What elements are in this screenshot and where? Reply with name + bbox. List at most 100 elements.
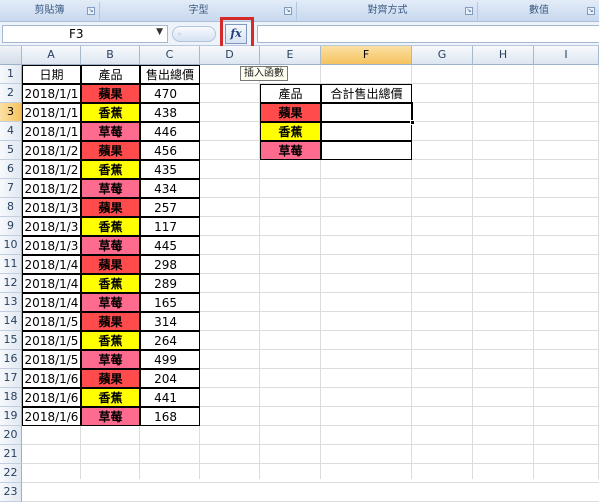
cell-sales[interactable]: 298 — [140, 255, 200, 274]
cell-date[interactable]: 2018/1/4 — [22, 255, 81, 274]
column-header-i[interactable]: I — [534, 46, 599, 65]
cell-date[interactable]: 2018/1/5 — [22, 312, 81, 331]
insert-function-button[interactable]: fx — [225, 24, 247, 44]
summary-total[interactable] — [321, 141, 412, 160]
cell-sales[interactable]: 446 — [140, 122, 200, 141]
fill-handle[interactable] — [410, 120, 415, 125]
cell-date[interactable]: 2018/1/6 — [22, 369, 81, 388]
cell-sales[interactable]: 445 — [140, 236, 200, 255]
cell-sales[interactable]: 499 — [140, 350, 200, 369]
summary-product[interactable]: 蘋果 — [260, 103, 321, 122]
row-header-16[interactable]: 16 — [0, 350, 22, 369]
cell-sales[interactable]: 456 — [140, 141, 200, 160]
row-header-17[interactable]: 17 — [0, 369, 22, 388]
cell-product[interactable]: 草莓 — [81, 350, 140, 369]
cell-product[interactable]: 草莓 — [81, 293, 140, 312]
cell-sales[interactable]: 264 — [140, 331, 200, 350]
header-sales[interactable]: 售出總價 — [140, 65, 200, 84]
column-header-a[interactable]: A — [22, 46, 81, 65]
cell-date[interactable]: 2018/1/6 — [22, 407, 81, 426]
row-header-20[interactable]: 20 — [0, 426, 22, 445]
row-header-5[interactable]: 5 — [0, 141, 22, 160]
cell-sales[interactable]: 204 — [140, 369, 200, 388]
summary-product[interactable]: 香蕉 — [260, 122, 321, 141]
summary-total[interactable] — [321, 122, 412, 141]
cell-product[interactable]: 蘋果 — [81, 312, 140, 331]
formula-input[interactable] — [257, 25, 599, 43]
cell-date[interactable]: 2018/1/1 — [22, 84, 81, 103]
formula-bar-splitter[interactable]: ◦ — [172, 26, 216, 42]
cell-product[interactable]: 草莓 — [81, 407, 140, 426]
cell-product[interactable]: 蘋果 — [81, 198, 140, 217]
cell-product[interactable]: 蘋果 — [81, 369, 140, 388]
cell-date[interactable]: 2018/1/1 — [22, 103, 81, 122]
cell-product[interactable]: 香蕉 — [81, 160, 140, 179]
row-header-9[interactable]: 9 — [0, 217, 22, 236]
row-header-14[interactable]: 14 — [0, 312, 22, 331]
row-header-6[interactable]: 6 — [0, 160, 22, 179]
cell-product[interactable]: 蘋果 — [81, 84, 140, 103]
cell-sales[interactable]: 434 — [140, 179, 200, 198]
column-header-g[interactable]: G — [412, 46, 473, 65]
column-header-b[interactable]: B — [81, 46, 140, 65]
column-header-e[interactable]: E — [260, 46, 321, 65]
row-header-8[interactable]: 8 — [0, 198, 22, 217]
alignment-dialog-launcher-icon[interactable]: ↘ — [465, 7, 473, 15]
summary-product[interactable]: 草莓 — [260, 141, 321, 160]
worksheet-grid[interactable]: 日期 產品 售出總價 2018/1/1 蘋果 470 2018/1/1 香蕉 438 2018/1… — [22, 65, 599, 502]
column-header-c[interactable]: C — [140, 46, 200, 65]
cell-sales[interactable]: 438 — [140, 103, 200, 122]
cell-sales[interactable]: 441 — [140, 388, 200, 407]
header-date[interactable]: 日期 — [22, 65, 81, 84]
header-product[interactable]: 產品 — [81, 65, 140, 84]
cell-date[interactable]: 2018/1/5 — [22, 350, 81, 369]
cell-product[interactable]: 香蕉 — [81, 388, 140, 407]
cell-product[interactable]: 香蕉 — [81, 274, 140, 293]
cell-sales[interactable]: 435 — [140, 160, 200, 179]
row-header-11[interactable]: 11 — [0, 255, 22, 274]
summary-header-product[interactable]: 產品 — [260, 84, 321, 103]
cell-date[interactable]: 2018/1/1 — [22, 122, 81, 141]
chevron-down-icon[interactable]: ▼ — [156, 27, 163, 37]
cell-sales[interactable]: 165 — [140, 293, 200, 312]
cell-product[interactable]: 香蕉 — [81, 331, 140, 350]
cell-product[interactable]: 草莓 — [81, 122, 140, 141]
cell-date[interactable]: 2018/1/3 — [22, 236, 81, 255]
cell-date[interactable]: 2018/1/2 — [22, 160, 81, 179]
column-header-f[interactable]: F — [321, 46, 412, 65]
cell-product[interactable]: 草莓 — [81, 179, 140, 198]
cell-sales[interactable]: 289 — [140, 274, 200, 293]
cell-date[interactable]: 2018/1/5 — [22, 331, 81, 350]
row-header-19[interactable]: 19 — [0, 407, 22, 426]
active-cell-f3[interactable] — [320, 102, 415, 125]
cell-sales[interactable]: 168 — [140, 407, 200, 426]
number-dialog-launcher-icon[interactable]: ↘ — [587, 7, 595, 15]
row-header-12[interactable]: 12 — [0, 274, 22, 293]
cell-product[interactable]: 香蕉 — [81, 217, 140, 236]
cell-date[interactable]: 2018/1/3 — [22, 198, 81, 217]
cell-sales[interactable]: 257 — [140, 198, 200, 217]
cell-sales[interactable]: 117 — [140, 217, 200, 236]
row-header-22[interactable]: 22 — [0, 464, 22, 483]
row-header-18[interactable]: 18 — [0, 388, 22, 407]
row-header-13[interactable]: 13 — [0, 293, 22, 312]
cell-date[interactable]: 2018/1/2 — [22, 179, 81, 198]
row-header-2[interactable]: 2 — [0, 84, 22, 103]
cell-sales[interactable]: 314 — [140, 312, 200, 331]
cell-date[interactable]: 2018/1/4 — [22, 293, 81, 312]
cell-product[interactable]: 蘋果 — [81, 255, 140, 274]
row-header-15[interactable]: 15 — [0, 331, 22, 350]
cell-date[interactable]: 2018/1/4 — [22, 274, 81, 293]
column-header-d[interactable]: D — [200, 46, 260, 65]
row-header-10[interactable]: 10 — [0, 236, 22, 255]
clipboard-dialog-launcher-icon[interactable]: ↘ — [87, 7, 95, 15]
row-header-3[interactable]: 3 — [0, 103, 22, 122]
row-header-4[interactable]: 4 — [0, 122, 22, 141]
font-dialog-launcher-icon[interactable]: ↘ — [284, 7, 292, 15]
cell-date[interactable]: 2018/1/3 — [22, 217, 81, 236]
cell-sales[interactable]: 470 — [140, 84, 200, 103]
cell-product[interactable]: 蘋果 — [81, 141, 140, 160]
cell-date[interactable]: 2018/1/6 — [22, 388, 81, 407]
row-header-23[interactable]: 23 — [0, 483, 22, 502]
row-header-7[interactable]: 7 — [0, 179, 22, 198]
